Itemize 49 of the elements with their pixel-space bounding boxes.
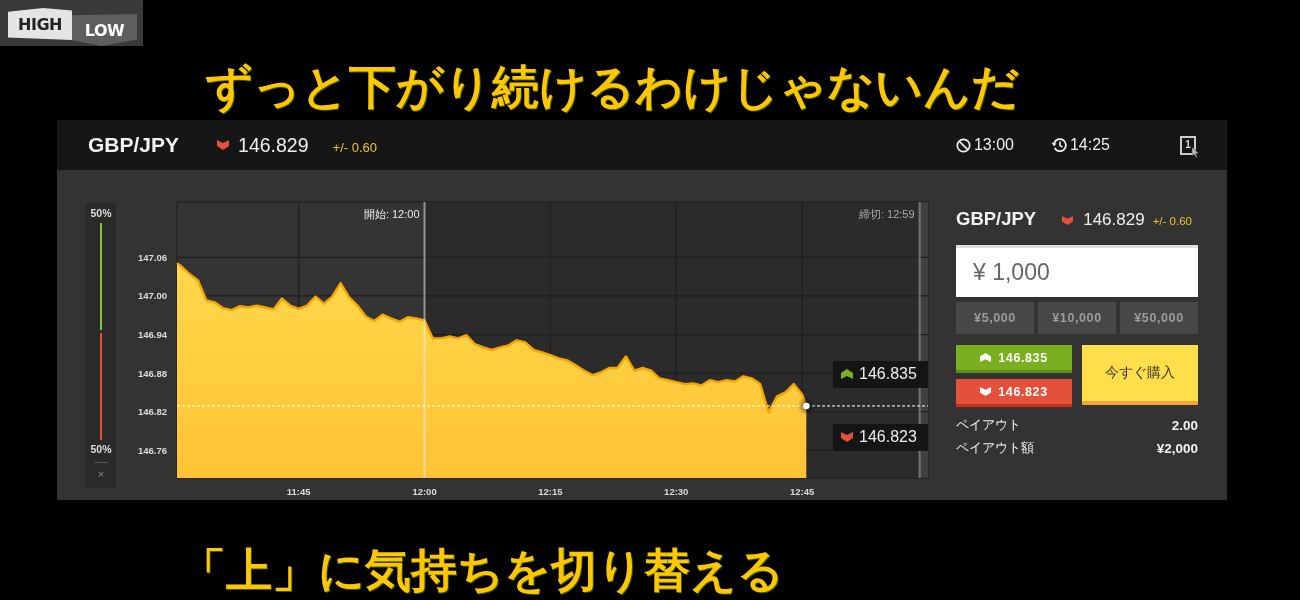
currency-pair: GBP/JPY [956,208,1037,230]
caption: 「上」に気持ちを切り替える [179,542,785,599]
time-marker-label: 開始: 12:00 [363,208,420,220]
prohibited-icon [955,137,971,153]
x-axis-label: 12:15 [538,486,563,497]
quick-amount-button[interactable]: ¥5,000 [956,302,1034,334]
down-chevron-icon [980,387,992,396]
down-chevron-icon [841,432,853,443]
price: 146.829 [238,133,309,157]
payout-label: ペイアウト [956,417,1021,434]
logo-word: LOW [72,14,137,46]
price-change: +/- 0.60 [332,139,377,155]
currency-pair: GBP/JPY [88,133,180,157]
x-axis-label: 12:00 [412,486,437,497]
quick-amount-button[interactable]: ¥10,000 [1038,302,1116,334]
high-price: 146.835 [859,365,917,384]
logo-word: HIGH [8,8,72,40]
price: 146.829 [1083,210,1145,230]
up-chevron-icon [980,353,992,362]
y-axis-label: 147.06 [138,251,168,263]
payout-label: ペイアウト額 [956,440,1034,457]
time-marker-label: 締切: 12:59 [858,208,915,220]
current-price-marker [797,396,816,415]
y-axis-label: 147.00 [138,290,168,302]
x-axis-label: 12:30 [664,486,689,497]
x-axis-label: 12:45 [790,486,815,497]
payout-value: 2.00 [1171,417,1198,435]
history-icon [1050,137,1067,153]
y-axis-label: 146.94 [138,329,168,341]
low-price: 146.823 [859,428,917,447]
low-button[interactable]: 146.823 [956,379,1072,407]
payout-value: ¥2,000 [1156,440,1198,458]
y-axis-label: 146.76 [138,444,168,456]
high-button[interactable]: 146.835 [956,345,1072,373]
caption: ずっと下がり続けるわけじゃないんだ [204,58,1020,116]
low-percent: 50% [90,443,112,455]
buy-now-button[interactable]: 今すぐ購入 [1082,345,1198,405]
quick-amount-button[interactable]: ¥50,000 [1120,302,1198,334]
y-axis-label: 146.82 [138,406,168,418]
y-axis-label: 146.88 [138,367,168,379]
expiry-time: 14:25 [1069,136,1110,154]
x-axis-label: 11:45 [286,486,311,497]
mouse-cursor-icon [1192,146,1200,158]
up-chevron-icon [841,369,853,380]
close-button[interactable]: × [97,468,105,480]
price-change: +/- 0.60 [1152,215,1192,227]
high-percent: 50% [90,207,112,219]
amount-input[interactable]: ¥ 1,000 [956,245,1198,297]
deadline-time: 13:00 [973,136,1014,154]
